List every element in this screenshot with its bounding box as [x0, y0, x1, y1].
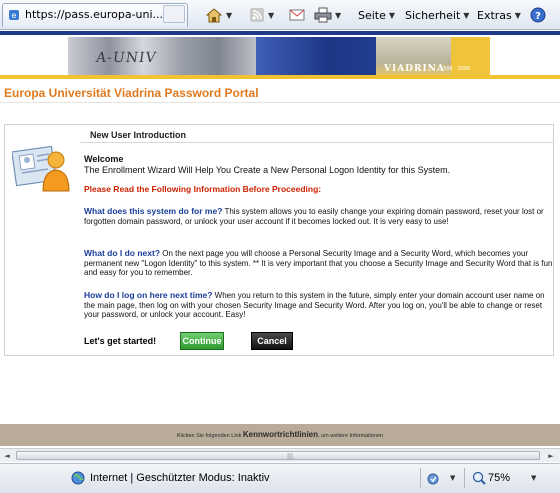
chevron-down-icon: ▼	[388, 10, 396, 20]
banner-brand: VIADRINA	[384, 64, 445, 74]
status-bar: Internet | Geschützter Modus: Inaktiv ▼ …	[0, 463, 560, 493]
banner-image: A-UNIV VIADRINA 1506 · 2006	[68, 37, 490, 79]
section-title: New User Introduction	[80, 127, 554, 143]
page-menu-label: Seite	[358, 8, 386, 22]
zoom-icon[interactable]	[472, 471, 486, 485]
intro-panel: New User Introduction Welcome The Enroll…	[4, 124, 554, 356]
user-profile-icon	[12, 145, 70, 192]
welcome-heading: Welcome	[84, 154, 124, 164]
faq-item: What does this system do for me? This sy…	[84, 206, 554, 226]
print-button[interactable]: ▼	[314, 5, 341, 25]
chevron-down-icon[interactable]: ▼	[268, 11, 274, 20]
faq-item: What do I do next? On the next page you …	[84, 248, 554, 278]
footer-suffix: , um weitere Informationen	[318, 433, 384, 439]
portal-title-bar: Europa Universität Viadrina Password Por…	[0, 83, 560, 103]
chevron-down-icon: ▼	[463, 10, 470, 20]
security-menu[interactable]: Sicherheit ▼	[405, 5, 469, 25]
banner-topline	[0, 31, 560, 35]
help-icon: ?	[530, 7, 546, 23]
footer-prefix: Klicken Sie folgenden Link	[176, 433, 243, 439]
faq-item: How do I log on here next time? When you…	[84, 290, 554, 320]
welcome-text: The Enrollment Wizard Will Help You Crea…	[84, 165, 451, 175]
tab-title: https://pass.europa-uni...	[25, 8, 164, 21]
banner-photo-text: A-UNIV	[94, 50, 158, 66]
rss-icon	[250, 8, 264, 22]
page-menu[interactable]: Seite ▼	[358, 5, 395, 25]
svg-text:?: ?	[535, 11, 541, 22]
extras-menu[interactable]: Extras ▼	[477, 5, 521, 25]
chevron-down-icon[interactable]: ▼	[450, 474, 455, 482]
svg-text:e: e	[12, 11, 17, 20]
lets-get-started-label: Let's get started!	[84, 336, 157, 346]
faq-question: How do I log on here next time?	[84, 290, 213, 300]
portal-title: Europa Universität Viadrina Password Por…	[4, 86, 259, 100]
faq-question: What does this system do for me?	[84, 206, 223, 216]
banner-years: 1506 · 2006	[440, 66, 471, 72]
new-tab-button[interactable]	[163, 5, 185, 23]
footer-bar: Klicken Sie folgenden Link Kennwortricht…	[0, 424, 560, 446]
ie-page-icon: e	[9, 10, 19, 20]
faq-question: What do I do next?	[84, 248, 161, 258]
extras-menu-label: Extras	[477, 8, 512, 22]
printer-icon	[314, 7, 332, 23]
mail-button[interactable]	[289, 5, 305, 25]
please-read-notice: Please Read the Following Information Be…	[84, 184, 322, 194]
browser-tab[interactable]: e https://pass.europa-uni...	[2, 3, 188, 27]
cancel-button[interactable]: Cancel	[251, 332, 293, 350]
zoom-level[interactable]: 75%	[488, 472, 510, 484]
scrollbar-thumb[interactable]: |||	[16, 451, 540, 460]
security-zone-text: Internet | Geschützter Modus: Inaktiv	[90, 472, 270, 484]
horizontal-scrollbar[interactable]: ◄ ||| ►	[0, 448, 560, 462]
home-button[interactable]: ▼	[205, 5, 232, 25]
banner-yellow-stripe	[0, 75, 560, 79]
banner-photo: A-UNIV	[68, 37, 256, 79]
help-button[interactable]: ?	[530, 5, 546, 25]
chevron-down-icon[interactable]: ▼	[226, 11, 232, 20]
globe-icon	[71, 471, 85, 485]
status-separator	[420, 468, 421, 488]
continue-button[interactable]: Continue	[180, 332, 224, 350]
scroll-left-arrow-icon[interactable]: ◄	[2, 451, 12, 461]
scroll-grip-icon: |||	[287, 453, 294, 460]
password-policy-link[interactable]: Kennwortrichtlinien	[243, 430, 318, 439]
browser-toolbar: e https://pass.europa-uni... ▼ ▼ ▼ Seite…	[0, 0, 560, 30]
status-separator	[464, 468, 465, 488]
home-icon	[205, 8, 223, 23]
security-menu-label: Sicherheit	[405, 8, 461, 22]
banner-gold-panel	[451, 37, 490, 79]
feeds-button[interactable]: ▼	[249, 5, 274, 25]
university-banner: A-UNIV VIADRINA 1506 · 2006	[0, 31, 560, 81]
chevron-down-icon[interactable]: ▼	[531, 474, 536, 482]
chevron-down-icon[interactable]: ▼	[335, 11, 341, 20]
scroll-right-arrow-icon[interactable]: ►	[546, 451, 556, 461]
chevron-down-icon: ▼	[514, 10, 521, 20]
mail-icon	[289, 9, 305, 21]
banner-dark-panel	[256, 37, 376, 79]
protected-mode-icon[interactable]	[426, 471, 448, 487]
